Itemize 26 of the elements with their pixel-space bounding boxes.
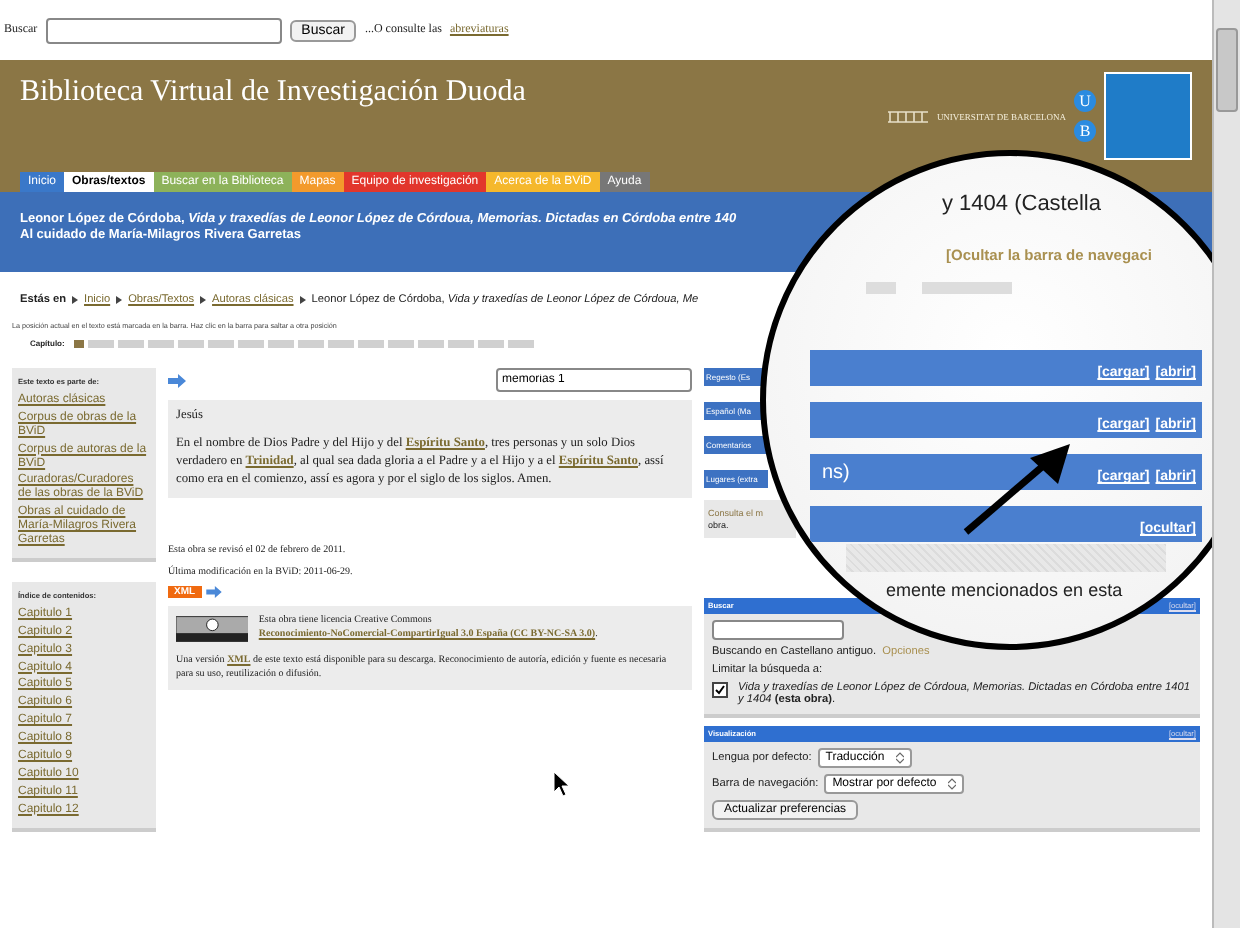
- up-down-arrows-icon: [896, 752, 905, 764]
- search-field[interactable]: [45, 17, 282, 43]
- logo-letter: U: [1074, 90, 1096, 112]
- building-icon: [888, 108, 929, 124]
- magnified-caption: emente mencionados en esta: [886, 580, 1123, 600]
- blurred-text-block: [866, 282, 896, 294]
- limit-checkbox[interactable]: [712, 682, 728, 698]
- arrow-right-icon[interactable]: [205, 585, 222, 598]
- chevron-icon: [200, 296, 207, 304]
- magnified-label: ns): [822, 461, 850, 483]
- arrow-right-icon[interactable]: [168, 373, 186, 387]
- site-title: Biblioteca Virtual de Investigación Duoda: [20, 74, 526, 112]
- chevron-icon: [299, 296, 306, 304]
- magnified-title: y 1404 (Castella: [942, 192, 1101, 216]
- duoda-logo: [1104, 72, 1192, 160]
- up-down-arrows-icon: [948, 778, 957, 790]
- scrollbar[interactable]: [1212, 0, 1240, 928]
- mouse-pointer-icon: [554, 772, 570, 796]
- chapter-segment[interactable]: [74, 339, 85, 347]
- blurred-text-block: [922, 282, 1012, 294]
- chevron-icon: [72, 296, 79, 304]
- search-field[interactable]: [712, 620, 844, 640]
- scrollbar-thumb[interactable]: [1216, 28, 1238, 112]
- license-badge-icon[interactable]: [176, 613, 249, 644]
- logo-letter: B: [1074, 120, 1096, 142]
- chevron-icon: [116, 296, 123, 304]
